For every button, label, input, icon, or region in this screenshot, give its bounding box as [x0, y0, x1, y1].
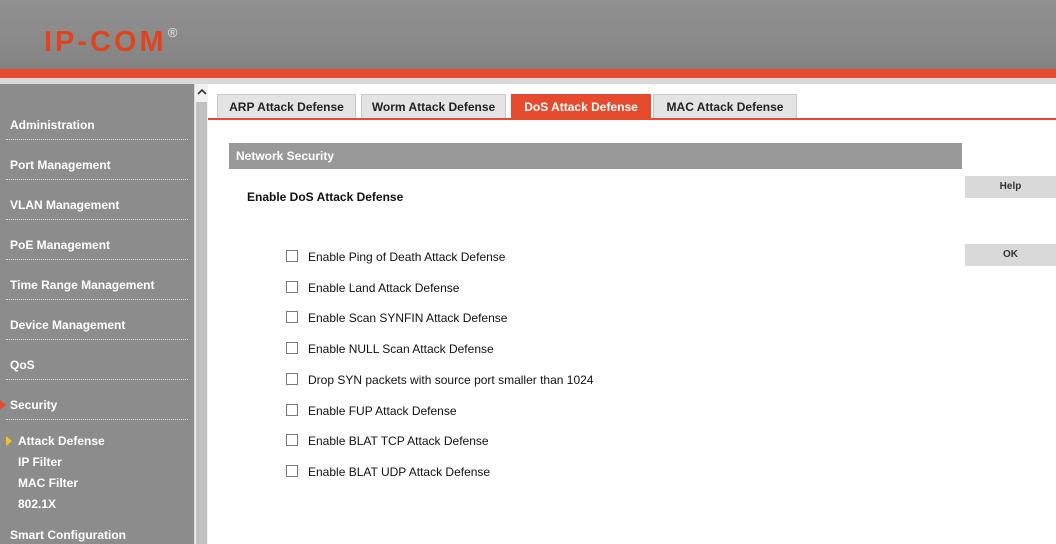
- section-header: Network Security: [229, 143, 962, 169]
- submenu-item-label: MAC Filter: [18, 476, 78, 490]
- logo-text: IP-COM: [44, 26, 167, 58]
- registered-mark: ®: [167, 25, 178, 40]
- checkbox[interactable]: [286, 434, 298, 446]
- active-arrow-icon: [0, 400, 6, 410]
- enable-dos-title: Enable DoS Attack Defense: [247, 190, 404, 204]
- option-label: Enable FUP Attack Defense: [308, 404, 457, 418]
- checkbox[interactable]: [286, 404, 298, 416]
- option-label: Drop SYN packets with source port smalle…: [308, 373, 594, 387]
- sidebar-item-device-management[interactable]: Device Management: [0, 300, 194, 340]
- header-bar: IP-COM®: [0, 0, 1056, 69]
- checkbox[interactable]: [286, 373, 298, 385]
- ok-button[interactable]: OK: [965, 244, 1056, 266]
- sidebar-scrollbar[interactable]: [194, 84, 208, 544]
- tab-dos-attack-defense[interactable]: DoS Attack Defense: [511, 94, 651, 118]
- checkbox[interactable]: [286, 250, 298, 262]
- option-label: Enable Ping of Death Attack Defense: [308, 250, 506, 264]
- submenu-item-label: Attack Defense: [18, 434, 105, 448]
- help-button[interactable]: Help: [965, 176, 1056, 198]
- sidebar-item-vlan-management[interactable]: VLAN Management: [0, 180, 194, 220]
- checkbox[interactable]: [286, 281, 298, 293]
- sidebar-item-label: Administration: [10, 118, 95, 132]
- checkbox[interactable]: [286, 342, 298, 354]
- submenu-item-attack-defense[interactable]: Attack Defense: [6, 434, 105, 448]
- ok-button-label: OK: [1003, 249, 1018, 260]
- sidebar-item-smart-configuration[interactable]: Smart Configuration: [0, 504, 194, 544]
- sidebar-menu: Administration Port Management VLAN Mana…: [0, 84, 194, 544]
- ip-com-logo: IP-COM®: [44, 18, 177, 57]
- sidebar-item-label: QoS: [10, 358, 35, 372]
- scroll-thumb[interactable]: [196, 102, 207, 544]
- tab-underline: [208, 118, 1056, 120]
- sidebar-item-administration[interactable]: Administration: [0, 100, 194, 140]
- option-label: Enable Land Attack Defense: [308, 281, 460, 295]
- submenu-arrow-icon: [6, 436, 12, 446]
- sidebar-item-qos[interactable]: QoS: [0, 340, 194, 380]
- tab-label: DoS Attack Defense: [524, 100, 638, 114]
- header-accent-bar: [0, 69, 1056, 78]
- tab-label: Worm Attack Defense: [371, 100, 496, 114]
- sidebar-item-label: Time Range Management: [10, 278, 155, 292]
- menu-divider: [6, 419, 188, 420]
- checkbox[interactable]: [286, 465, 298, 477]
- submenu-item-label: IP Filter: [18, 455, 62, 469]
- sidebar-item-label: VLAN Management: [10, 198, 120, 212]
- submenu-item-ip-filter[interactable]: IP Filter: [18, 455, 62, 469]
- option-label: Enable BLAT UDP Attack Defense: [308, 465, 491, 479]
- tab-arp-attack-defense[interactable]: ARP Attack Defense: [217, 94, 356, 118]
- sidebar-item-label: Security: [10, 398, 58, 412]
- sidebar-item-label: PoE Management: [10, 238, 111, 252]
- submenu-item-mac-filter[interactable]: MAC Filter: [18, 476, 78, 490]
- chevron-up-svg: [197, 88, 207, 95]
- sidebar-item-poe-management[interactable]: PoE Management: [0, 220, 194, 260]
- chevron-up-icon[interactable]: [195, 84, 209, 100]
- sidebar-item-port-management[interactable]: Port Management: [0, 140, 194, 180]
- sidebar-item-time-range-management[interactable]: Time Range Management: [0, 260, 194, 300]
- sidebar-item-label: Port Management: [10, 158, 111, 172]
- option-label: Enable NULL Scan Attack Defense: [308, 342, 494, 356]
- sidebar-item-security[interactable]: Security: [0, 380, 194, 420]
- sidebar-item-label: Smart Configuration: [10, 528, 126, 542]
- checkbox[interactable]: [286, 311, 298, 323]
- help-button-label: Help: [999, 181, 1022, 192]
- option-label: Enable Scan SYNFIN Attack Defense: [308, 311, 508, 325]
- tab-label: MAC Attack Defense: [666, 100, 784, 114]
- sidebar-item-label: Device Management: [10, 318, 126, 332]
- tab-label: ARP Attack Defense: [229, 100, 344, 114]
- tab-mac-attack-defense[interactable]: MAC Attack Defense: [653, 94, 797, 118]
- tab-worm-attack-defense[interactable]: Worm Attack Defense: [361, 94, 506, 118]
- option-label: Enable BLAT TCP Attack Defense: [308, 434, 489, 448]
- section-title: Network Security: [236, 149, 335, 163]
